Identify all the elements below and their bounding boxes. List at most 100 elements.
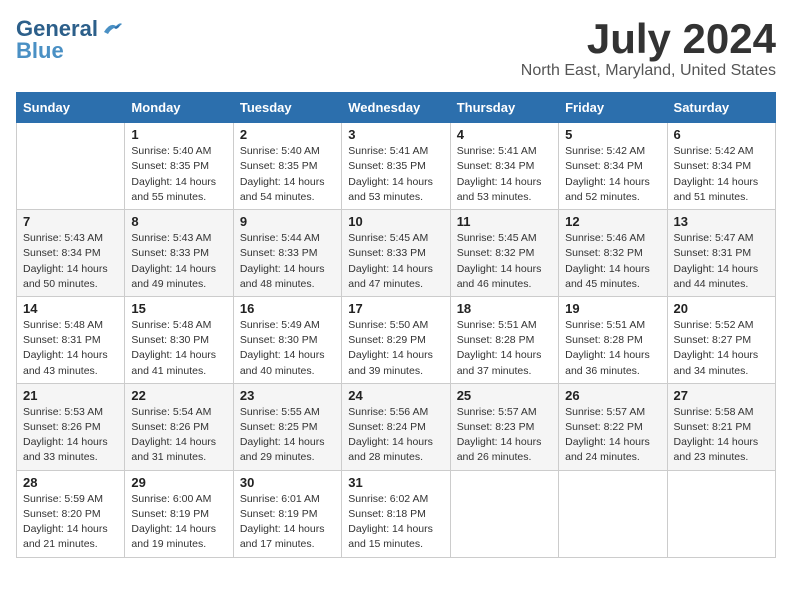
calendar-cell: 24 Sunrise: 5:56 AMSunset: 8:24 PMDayligh… bbox=[342, 383, 450, 470]
day-info: Sunrise: 5:42 AMSunset: 8:34 PMDaylight:… bbox=[674, 144, 769, 205]
calendar-week-row: 21Sunrise: 5:53 AMSunset: 8:26 PMDayligh… bbox=[17, 383, 776, 470]
calendar-cell: 2 Sunrise: 5:40 AMSunset: 8:35 PMDaylight… bbox=[233, 123, 341, 210]
day-info: Sunrise: 5:50 AMSunset: 8:29 PMDaylight:… bbox=[348, 318, 443, 379]
day-number: 3 bbox=[348, 127, 443, 142]
calendar-cell: 9 Sunrise: 5:44 AMSunset: 8:33 PMDaylight… bbox=[233, 210, 341, 297]
day-number: 25 bbox=[457, 388, 552, 403]
day-info: Sunrise: 5:56 AMSunset: 8:24 PMDaylight:… bbox=[348, 405, 443, 466]
calendar-week-row: 1 Sunrise: 5:40 AMSunset: 8:35 PMDaylight… bbox=[17, 123, 776, 210]
day-number: 22 bbox=[131, 388, 226, 403]
calendar-cell: 30 Sunrise: 6:01 AMSunset: 8:19 PMDayligh… bbox=[233, 470, 341, 557]
month-year-title: July 2024 bbox=[521, 16, 776, 62]
calendar-cell: 11 Sunrise: 5:45 AMSunset: 8:32 PMDayligh… bbox=[450, 210, 558, 297]
day-number: 23 bbox=[240, 388, 335, 403]
day-info: Sunrise: 5:45 AMSunset: 8:33 PMDaylight:… bbox=[348, 231, 443, 292]
calendar-header-friday: Friday bbox=[559, 93, 667, 123]
calendar-cell: 20 Sunrise: 5:52 AMSunset: 8:27 PMDayligh… bbox=[667, 296, 775, 383]
calendar-week-row: 14Sunrise: 5:48 AMSunset: 8:31 PMDayligh… bbox=[17, 296, 776, 383]
calendar-cell: 10 Sunrise: 5:45 AMSunset: 8:33 PMDayligh… bbox=[342, 210, 450, 297]
calendar-cell: 6 Sunrise: 5:42 AMSunset: 8:34 PMDaylight… bbox=[667, 123, 775, 210]
day-number: 30 bbox=[240, 475, 335, 490]
day-info: Sunrise: 5:41 AMSunset: 8:34 PMDaylight:… bbox=[457, 144, 552, 205]
calendar-table: SundayMondayTuesdayWednesdayThursdayFrid… bbox=[16, 92, 776, 557]
calendar-cell: 29 Sunrise: 6:00 AMSunset: 8:19 PMDayligh… bbox=[125, 470, 233, 557]
calendar-cell: 4 Sunrise: 5:41 AMSunset: 8:34 PMDaylight… bbox=[450, 123, 558, 210]
day-number: 17 bbox=[348, 301, 443, 316]
title-section: July 2024 North East, Maryland, United S… bbox=[521, 16, 776, 80]
day-number: 10 bbox=[348, 214, 443, 229]
day-number: 16 bbox=[240, 301, 335, 316]
day-number: 11 bbox=[457, 214, 552, 229]
calendar-cell: 31Sunrise: 6:02 AMSunset: 8:18 PMDayligh… bbox=[342, 470, 450, 557]
day-number: 8 bbox=[131, 214, 226, 229]
day-info: Sunrise: 5:51 AMSunset: 8:28 PMDaylight:… bbox=[565, 318, 660, 379]
day-info: Sunrise: 5:51 AMSunset: 8:28 PMDaylight:… bbox=[457, 318, 552, 379]
day-info: Sunrise: 5:47 AMSunset: 8:31 PMDaylight:… bbox=[674, 231, 769, 292]
calendar-week-row: 7 Sunrise: 5:43 AMSunset: 8:34 PMDaylight… bbox=[17, 210, 776, 297]
day-info: Sunrise: 5:40 AMSunset: 8:35 PMDaylight:… bbox=[240, 144, 335, 205]
day-info: Sunrise: 5:55 AMSunset: 8:25 PMDaylight:… bbox=[240, 405, 335, 466]
day-info: Sunrise: 5:44 AMSunset: 8:33 PMDaylight:… bbox=[240, 231, 335, 292]
day-number: 5 bbox=[565, 127, 660, 142]
calendar-week-row: 28Sunrise: 5:59 AMSunset: 8:20 PMDayligh… bbox=[17, 470, 776, 557]
day-number: 7 bbox=[23, 214, 118, 229]
day-info: Sunrise: 5:57 AMSunset: 8:23 PMDaylight:… bbox=[457, 405, 552, 466]
day-number: 27 bbox=[674, 388, 769, 403]
day-number: 9 bbox=[240, 214, 335, 229]
calendar-header-saturday: Saturday bbox=[667, 93, 775, 123]
day-info: Sunrise: 6:01 AMSunset: 8:19 PMDaylight:… bbox=[240, 492, 335, 553]
day-info: Sunrise: 5:58 AMSunset: 8:21 PMDaylight:… bbox=[674, 405, 769, 466]
day-number: 6 bbox=[674, 127, 769, 142]
day-number: 29 bbox=[131, 475, 226, 490]
day-number: 15 bbox=[131, 301, 226, 316]
calendar-cell: 17 Sunrise: 5:50 AMSunset: 8:29 PMDayligh… bbox=[342, 296, 450, 383]
day-number: 24 bbox=[348, 388, 443, 403]
calendar-cell bbox=[17, 123, 125, 210]
day-info: Sunrise: 5:57 AMSunset: 8:22 PMDaylight:… bbox=[565, 405, 660, 466]
calendar-cell: 21Sunrise: 5:53 AMSunset: 8:26 PMDayligh… bbox=[17, 383, 125, 470]
calendar-cell: 18Sunrise: 5:51 AMSunset: 8:28 PMDayligh… bbox=[450, 296, 558, 383]
calendar-cell: 28Sunrise: 5:59 AMSunset: 8:20 PMDayligh… bbox=[17, 470, 125, 557]
calendar-cell: 14Sunrise: 5:48 AMSunset: 8:31 PMDayligh… bbox=[17, 296, 125, 383]
calendar-cell bbox=[559, 470, 667, 557]
logo-text-blue: Blue bbox=[16, 38, 64, 64]
day-number: 19 bbox=[565, 301, 660, 316]
day-info: Sunrise: 5:46 AMSunset: 8:32 PMDaylight:… bbox=[565, 231, 660, 292]
day-number: 4 bbox=[457, 127, 552, 142]
day-number: 13 bbox=[674, 214, 769, 229]
calendar-cell: 13 Sunrise: 5:47 AMSunset: 8:31 PMDayligh… bbox=[667, 210, 775, 297]
day-info: Sunrise: 5:41 AMSunset: 8:35 PMDaylight:… bbox=[348, 144, 443, 205]
calendar-cell: 8Sunrise: 5:43 AMSunset: 8:33 PMDaylight… bbox=[125, 210, 233, 297]
calendar-cell bbox=[667, 470, 775, 557]
day-info: Sunrise: 5:43 AMSunset: 8:34 PMDaylight:… bbox=[23, 231, 118, 292]
day-info: Sunrise: 5:49 AMSunset: 8:30 PMDaylight:… bbox=[240, 318, 335, 379]
day-number: 1 bbox=[131, 127, 226, 142]
calendar-cell: 25 Sunrise: 5:57 AMSunset: 8:23 PMDayligh… bbox=[450, 383, 558, 470]
day-number: 26 bbox=[565, 388, 660, 403]
calendar-header-sunday: Sunday bbox=[17, 93, 125, 123]
calendar-cell: 19 Sunrise: 5:51 AMSunset: 8:28 PMDayligh… bbox=[559, 296, 667, 383]
calendar-cell bbox=[450, 470, 558, 557]
calendar-cell: 12Sunrise: 5:46 AMSunset: 8:32 PMDayligh… bbox=[559, 210, 667, 297]
calendar-header-tuesday: Tuesday bbox=[233, 93, 341, 123]
day-number: 31 bbox=[348, 475, 443, 490]
calendar-cell: 15Sunrise: 5:48 AMSunset: 8:30 PMDayligh… bbox=[125, 296, 233, 383]
calendar-cell: 26 Sunrise: 5:57 AMSunset: 8:22 PMDayligh… bbox=[559, 383, 667, 470]
day-number: 21 bbox=[23, 388, 118, 403]
calendar-header-monday: Monday bbox=[125, 93, 233, 123]
page-header: General Blue July 2024 North East, Maryl… bbox=[16, 16, 776, 80]
day-info: Sunrise: 6:00 AMSunset: 8:19 PMDaylight:… bbox=[131, 492, 226, 553]
day-info: Sunrise: 5:54 AMSunset: 8:26 PMDaylight:… bbox=[131, 405, 226, 466]
logo-bird-icon bbox=[102, 20, 124, 38]
calendar-cell: 16 Sunrise: 5:49 AMSunset: 8:30 PMDayligh… bbox=[233, 296, 341, 383]
calendar-header-wednesday: Wednesday bbox=[342, 93, 450, 123]
calendar-cell: 1Sunrise: 5:40 AMSunset: 8:35 PMDaylight… bbox=[125, 123, 233, 210]
calendar-cell: 7 Sunrise: 5:43 AMSunset: 8:34 PMDaylight… bbox=[17, 210, 125, 297]
calendar-cell: 23 Sunrise: 5:55 AMSunset: 8:25 PMDayligh… bbox=[233, 383, 341, 470]
day-number: 2 bbox=[240, 127, 335, 142]
calendar-header-row: SundayMondayTuesdayWednesdayThursdayFrid… bbox=[17, 93, 776, 123]
calendar-cell: 27 Sunrise: 5:58 AMSunset: 8:21 PMDayligh… bbox=[667, 383, 775, 470]
day-number: 20 bbox=[674, 301, 769, 316]
day-info: Sunrise: 5:52 AMSunset: 8:27 PMDaylight:… bbox=[674, 318, 769, 379]
day-info: Sunrise: 5:45 AMSunset: 8:32 PMDaylight:… bbox=[457, 231, 552, 292]
